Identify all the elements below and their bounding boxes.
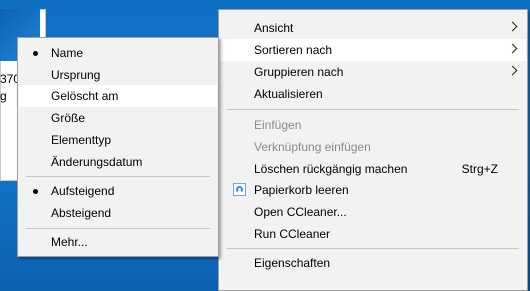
menu-item-label: Gruppieren nach	[254, 65, 344, 79]
menu-item-gruppieren-nach[interactable]: Gruppieren nach	[220, 61, 526, 83]
chevron-right-icon	[507, 21, 518, 32]
menu-item-label: Löschen rückgängig machen	[254, 162, 408, 176]
menu-item-label: Sortieren nach	[254, 43, 333, 57]
menu-item-sortieren-nach[interactable]: Sortieren nach	[220, 39, 526, 61]
menu-item-aktualisieren[interactable]: Aktualisieren	[220, 83, 526, 105]
submenu-item-label: Absteigend	[51, 206, 112, 220]
menu-item-label: Papierkorb leeren	[254, 183, 349, 197]
submenu-item-absteigend[interactable]: Absteigend	[19, 202, 217, 224]
menu-item-label: Ansicht	[254, 21, 294, 35]
submenu-item-label: Gelöscht am	[51, 89, 119, 103]
submenu-item-label: Name	[51, 46, 84, 60]
submenu-item-aufsteigend[interactable]: Aufsteigend	[19, 180, 217, 202]
menu-item-label: Run CCleaner	[254, 227, 331, 241]
sort-submenu: Name Ursprung Gelöscht am Größe Elementt…	[17, 37, 219, 257]
menu-item-ansicht[interactable]: Ansicht	[220, 17, 526, 39]
menu-item-label: Einfügen	[254, 118, 302, 132]
submenu-item-ursprung[interactable]: Ursprung	[19, 64, 217, 86]
menu-separator	[26, 228, 210, 229]
menu-item-eigenschaften[interactable]: Eigenschaften	[220, 252, 526, 274]
menu-item-loeschen-rueckgaengig[interactable]: Löschen rückgängig machen Strg+Z	[220, 158, 526, 180]
desktop-file-label-fragment: g	[0, 89, 7, 103]
submenu-item-label: Elementtyp	[51, 133, 112, 147]
menu-item-label: Verknüpfung einfügen	[254, 140, 371, 154]
menu-item-label: Aktualisieren	[254, 87, 323, 101]
menu-separator	[227, 109, 519, 110]
menu-item-einfuegen[interactable]: Einfügen	[220, 114, 526, 136]
submenu-item-label: Größe	[51, 111, 86, 125]
submenu-item-label: Änderungsdatum	[51, 155, 143, 169]
recycle-bin-icon	[233, 183, 246, 196]
submenu-item-elementtyp[interactable]: Elementtyp	[19, 129, 217, 151]
context-menu: Ansicht Sortieren nach Gruppieren nach A…	[218, 9, 528, 291]
submenu-item-label: Ursprung	[51, 68, 101, 82]
selected-bullet-icon	[33, 51, 38, 56]
submenu-item-mehr[interactable]: Mehr...	[19, 231, 217, 253]
chevron-right-icon	[507, 65, 518, 76]
submenu-item-label: Mehr...	[51, 235, 88, 249]
menu-item-label: Eigenschaften	[254, 256, 331, 270]
menu-item-verknuepfung-einfuegen[interactable]: Verknüpfung einfügen	[220, 136, 526, 158]
menu-item-papierkorb-leeren[interactable]: Papierkorb leeren	[220, 179, 526, 201]
submenu-item-groesse[interactable]: Größe	[19, 107, 217, 129]
submenu-item-name[interactable]: Name	[19, 42, 217, 64]
menu-separator	[227, 248, 519, 249]
menu-item-open-ccleaner[interactable]: Open CCleaner...	[220, 201, 526, 223]
shortcut-text: Strg+Z	[461, 162, 498, 176]
menu-item-label: Open CCleaner...	[254, 205, 347, 219]
selected-bullet-icon	[33, 189, 38, 194]
submenu-item-label: Aufsteigend	[51, 184, 115, 198]
submenu-item-geloescht-am[interactable]: Gelöscht am	[19, 85, 217, 107]
menu-item-run-ccleaner[interactable]: Run CCleaner	[220, 223, 526, 245]
chevron-right-icon	[507, 43, 518, 54]
submenu-item-aenderungsdatum[interactable]: Änderungsdatum	[19, 151, 217, 173]
menu-separator	[26, 176, 210, 177]
